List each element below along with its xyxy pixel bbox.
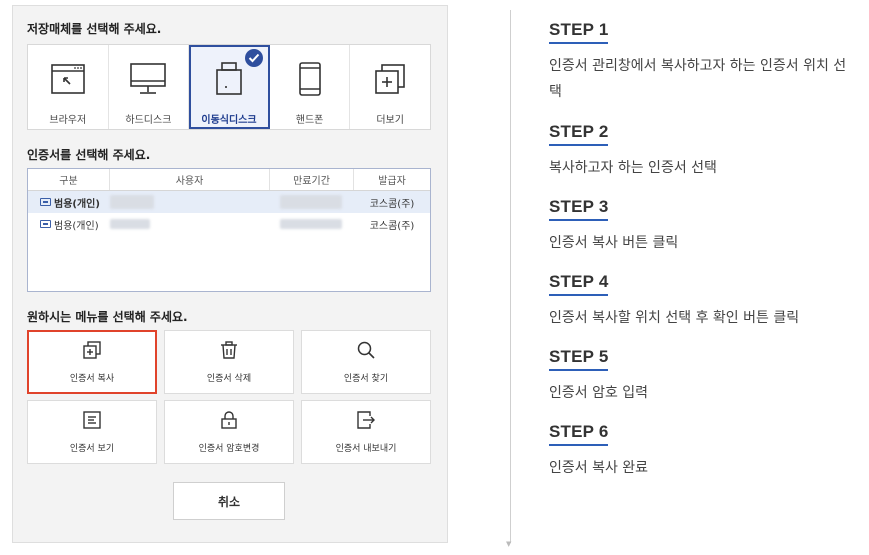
storage-item-browser[interactable]: 브라우저 [28, 45, 109, 129]
storage-item-label: 이동식디스크 [201, 115, 257, 126]
cert-type: 범용(개인) [54, 220, 99, 232]
certificate-table: 구분 사용자 만료기간 발급자 범용(개인) 코스콤(주) 범용(개인) 코스콤… [27, 168, 431, 292]
delete-cert-button[interactable]: 인증서 삭제 [164, 330, 294, 394]
menu-label: 인증서 보기 [69, 443, 115, 454]
document-icon [83, 410, 101, 433]
more-icon [375, 59, 405, 99]
cert-issuer: 코스콤(주) [369, 220, 415, 232]
menu-label: 인증서 내보내기 [335, 443, 397, 454]
cert-type-cell: 범용(개인) [28, 191, 110, 213]
step-description: 인증서 암호 입력 [549, 385, 649, 401]
menu-label: 인증서 암호변경 [198, 443, 260, 454]
step-description: 인증서 복사 버튼 클릭 [549, 235, 679, 251]
change-password-button[interactable]: 인증서 암호변경 [164, 400, 294, 464]
menu-section-title: 원하시는 메뉴를 선택해 주세요. [27, 310, 188, 324]
cert-type: 범용(개인) [54, 198, 100, 210]
step-6: STEP 6 인증서 복사 완료 [549, 422, 859, 481]
trash-icon [220, 340, 238, 363]
cancel-button[interactable]: 취소 [173, 482, 285, 520]
step-title: STEP 1 [549, 20, 609, 44]
step-description: 복사하고자 하는 인증서 선택 [549, 160, 717, 176]
step-2: STEP 2 복사하고자 하는 인증서 선택 [549, 122, 859, 181]
cert-expiry-cell [270, 213, 354, 235]
redacted-expiry [280, 219, 342, 229]
certificate-card-icon [40, 220, 51, 228]
storage-item-more[interactable]: 더보기 [350, 45, 430, 129]
cert-expiry-cell [270, 191, 354, 213]
step-description: 인증서 복사할 위치 선택 후 확인 버튼 클릭 [549, 310, 800, 326]
cert-issuer: 코스콤(주) [369, 198, 415, 210]
check-icon [244, 49, 263, 67]
storage-item-harddisk[interactable]: 하드디스크 [109, 45, 190, 129]
storage-item-removable-disk[interactable]: 이동식디스크 [189, 45, 270, 129]
storage-media-selector: 브라우저 하드디스크 이동식디스크 핸드폰 더보기 [27, 44, 431, 130]
menu-label: 인증서 삭제 [206, 373, 252, 384]
step-description: 인증서 관리창에서 복사하고자 하는 인증서 위치 선택 [549, 58, 847, 100]
view-cert-button[interactable]: 인증서 보기 [27, 400, 157, 464]
cert-type-cell: 범용(개인) [28, 213, 110, 235]
table-row[interactable]: 범용(개인) 코스콤(주) [28, 213, 430, 235]
step-title: STEP 5 [549, 347, 609, 371]
step-4: STEP 4 인증서 복사할 위치 선택 후 확인 버튼 클릭 [549, 272, 859, 331]
copy-icon [83, 340, 101, 363]
menu-grid: 인증서 복사 인증서 삭제 인증서 찾기 인증서 보기 인증서 암호변경 인증서… [27, 330, 431, 464]
storage-item-label: 브라우저 [49, 115, 87, 126]
chevron-down-icon: ▼ [506, 540, 512, 548]
storage-item-label: 하드디스크 [125, 115, 172, 126]
certificate-manager-panel: 저장매체를 선택해 주세요. 브라우저 하드디스크 이동식디스크 핸드폰 더보기… [12, 5, 448, 543]
storage-item-label: 핸드폰 [295, 115, 324, 126]
storage-item-phone[interactable]: 핸드폰 [270, 45, 351, 129]
cert-user-cell [110, 213, 270, 235]
table-row[interactable]: 범용(개인) 코스콤(주) [28, 191, 430, 213]
phone-icon [298, 59, 321, 99]
step-title: STEP 6 [549, 422, 609, 446]
step-title: STEP 2 [549, 122, 609, 146]
step-description: 인증서 복사 완료 [549, 460, 649, 476]
column-header-expiry: 만료기간 [270, 169, 354, 190]
export-cert-button[interactable]: 인증서 내보내기 [301, 400, 431, 464]
redacted-user [110, 195, 154, 209]
step-1: STEP 1 인증서 관리창에서 복사하고자 하는 인증서 위치 선택 [549, 20, 859, 105]
certificate-card-icon [40, 198, 51, 206]
menu-label: 인증서 찾기 [343, 373, 389, 384]
step-5: STEP 5 인증서 암호 입력 [549, 347, 859, 406]
export-icon [357, 410, 375, 433]
cert-user-cell [110, 191, 270, 213]
find-cert-button[interactable]: 인증서 찾기 [301, 330, 431, 394]
column-header-issuer: 발급자 [378, 176, 406, 187]
monitor-icon [130, 59, 167, 99]
storage-section-title: 저장매체를 선택해 주세요. [27, 22, 162, 36]
copy-cert-button[interactable]: 인증서 복사 [27, 330, 157, 394]
menu-label: 인증서 복사 [69, 373, 115, 384]
redacted-expiry [280, 195, 342, 209]
step-title: STEP 4 [549, 272, 609, 296]
table-header: 구분 사용자 만료기간 발급자 [28, 169, 430, 191]
column-header-user: 사용자 [110, 169, 270, 190]
vertical-divider [510, 10, 511, 543]
browser-icon [50, 59, 85, 99]
column-header-type: 구분 [28, 169, 110, 190]
step-3: STEP 3 인증서 복사 버튼 클릭 [549, 197, 859, 256]
lock-icon [220, 410, 238, 433]
search-icon [357, 341, 375, 363]
step-title: STEP 3 [549, 197, 609, 221]
storage-item-label: 더보기 [376, 115, 404, 126]
redacted-user [110, 219, 150, 229]
usb-disk-icon [215, 59, 243, 99]
cert-section-title: 인증서를 선택해 주세요. [27, 148, 151, 162]
